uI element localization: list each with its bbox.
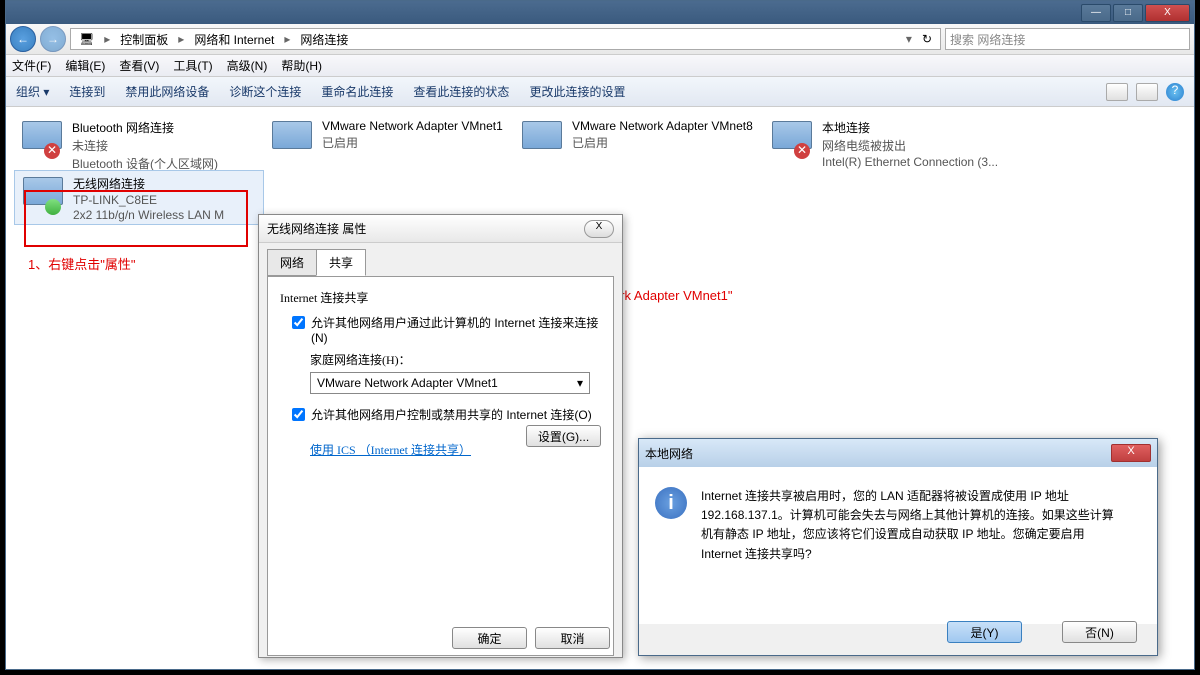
annotation-1: 1、右键点击"属性" bbox=[28, 254, 135, 273]
menu-help[interactable]: 帮助(H) bbox=[281, 57, 322, 74]
chevron-down-icon: ▾ bbox=[577, 376, 583, 390]
settings-button[interactable]: 设置(G)... bbox=[526, 425, 601, 447]
toolbar-diagnose[interactable]: 诊断这个连接 bbox=[229, 83, 301, 100]
allow-connect-checkbox[interactable] bbox=[292, 316, 305, 329]
conn-name: 本地连接 bbox=[822, 119, 998, 136]
conn-name: Bluetooth 网络连接 bbox=[72, 119, 218, 136]
bc-icon: 🖥 bbox=[75, 32, 98, 46]
conn-device: Intel(R) Ethernet Connection (3... bbox=[822, 155, 998, 169]
info-icon: i bbox=[655, 487, 687, 519]
menubar: 文件(F) 编辑(E) 查看(V) 工具(T) 高级(N) 帮助(H) bbox=[6, 55, 1194, 77]
chevron-right-icon: ▸ bbox=[280, 32, 294, 46]
conn-name: VMware Network Adapter VMnet8 bbox=[572, 119, 753, 133]
toolbar-change[interactable]: 更改此连接的设置 bbox=[529, 83, 625, 100]
no-button[interactable]: 否(N) bbox=[1062, 621, 1137, 643]
home-network-label: 家庭网络连接(H)： bbox=[310, 351, 601, 368]
tab-panel: Internet 连接共享 允许其他网络用户通过此计算机的 Internet 连… bbox=[267, 276, 614, 656]
forward-button[interactable]: → bbox=[40, 26, 66, 52]
main-titlebar: — □ X bbox=[6, 1, 1194, 24]
chevron-right-icon: ▸ bbox=[100, 32, 114, 46]
menu-edit[interactable]: 编辑(E) bbox=[65, 57, 105, 74]
refresh-icon[interactable]: ↻ bbox=[918, 32, 936, 46]
disabled-icon: ✕ bbox=[44, 143, 60, 159]
preview-icon[interactable] bbox=[1136, 83, 1158, 101]
properties-dialog: 无线网络连接 属性 X 网络 共享 Internet 连接共享 允许其他网络用户… bbox=[258, 214, 623, 658]
bc-p2[interactable]: 网络连接 bbox=[296, 31, 352, 48]
redbox-1 bbox=[24, 190, 248, 247]
conn-device: 已启用 bbox=[572, 134, 753, 151]
navbar: ← → 🖥 ▸ 控制面板 ▸ 网络和 Internet ▸ 网络连接 ▾ ↻ 搜… bbox=[6, 24, 1194, 55]
menu-tools[interactable]: 工具(T) bbox=[173, 57, 212, 74]
ics-link[interactable]: 使用 ICS （Internet 连接共享） bbox=[310, 441, 471, 458]
dropdown-icon[interactable]: ▾ bbox=[902, 32, 916, 46]
bc-p1[interactable]: 网络和 Internet bbox=[190, 31, 278, 48]
combo-value: VMware Network Adapter VMnet1 bbox=[317, 376, 498, 390]
menu-advanced[interactable]: 高级(N) bbox=[227, 57, 268, 74]
breadcrumb[interactable]: 🖥 ▸ 控制面板 ▸ 网络和 Internet ▸ 网络连接 ▾ ↻ bbox=[70, 28, 941, 50]
msgbox-title-text: 本地网络 bbox=[645, 445, 693, 462]
menu-view[interactable]: 查看(V) bbox=[119, 57, 159, 74]
confirm-msgbox: 本地网络 X i Internet 连接共享被启用时，您的 LAN 适配器将被设… bbox=[638, 438, 1158, 656]
help-icon[interactable]: ? bbox=[1166, 83, 1184, 101]
view-icon[interactable] bbox=[1106, 83, 1128, 101]
connection-local[interactable]: ✕ 本地连接网络电缆被拔出Intel(R) Ethernet Connectio… bbox=[764, 115, 1014, 170]
toolbar-disable[interactable]: 禁用此网络设备 bbox=[125, 83, 209, 100]
tab-network[interactable]: 网络 bbox=[267, 249, 317, 276]
close-button[interactable]: X bbox=[1145, 4, 1190, 22]
toolbar-status[interactable]: 查看此连接的状态 bbox=[413, 83, 509, 100]
ok-button[interactable]: 确定 bbox=[452, 627, 527, 649]
allow-connect-label: 允许其他网络用户通过此计算机的 Internet 连接来连接(N) bbox=[311, 314, 601, 345]
conn-status: 网络电缆被拔出 bbox=[822, 137, 998, 154]
toolbar-rename[interactable]: 重命名此连接 bbox=[321, 83, 393, 100]
bc-root[interactable]: 控制面板 bbox=[116, 31, 172, 48]
cancel-button[interactable]: 取消 bbox=[535, 627, 610, 649]
tab-strip: 网络 共享 bbox=[259, 243, 622, 276]
connection-vmnet1[interactable]: VMware Network Adapter VMnet1已启用 bbox=[264, 115, 514, 170]
msgbox-text: Internet 连接共享被启用时，您的 LAN 适配器将被设置成使用 IP 地… bbox=[701, 487, 1121, 564]
allow-control-label: 允许其他网络用户控制或禁用共享的 Internet 连接(O) bbox=[311, 406, 592, 423]
menu-file[interactable]: 文件(F) bbox=[12, 57, 51, 74]
dialog-titlebar: 无线网络连接 属性 X bbox=[259, 215, 622, 243]
toolbar-organize[interactable]: 组织 ▾ bbox=[16, 83, 49, 100]
toolbar-connect[interactable]: 连接到 bbox=[69, 83, 105, 100]
search-input[interactable]: 搜索 网络连接 bbox=[945, 28, 1190, 50]
minimize-button[interactable]: — bbox=[1081, 4, 1111, 22]
maximize-button[interactable]: □ bbox=[1113, 4, 1143, 22]
dialog-title-text: 无线网络连接 属性 bbox=[267, 220, 366, 237]
msgbox-titlebar: 本地网络 X bbox=[639, 439, 1157, 467]
yes-button[interactable]: 是(Y) bbox=[947, 621, 1022, 643]
allow-control-checkbox[interactable] bbox=[292, 408, 305, 421]
back-button[interactable]: ← bbox=[10, 26, 36, 52]
chevron-right-icon: ▸ bbox=[174, 32, 188, 46]
group-label: Internet 连接共享 bbox=[280, 289, 601, 306]
conn-status: 未连接 bbox=[72, 137, 218, 154]
conn-name: VMware Network Adapter VMnet1 bbox=[322, 119, 503, 133]
tab-share[interactable]: 共享 bbox=[316, 249, 366, 276]
home-network-combo[interactable]: VMware Network Adapter VMnet1 ▾ bbox=[310, 372, 590, 394]
msgbox-close-button[interactable]: X bbox=[1111, 444, 1151, 462]
dialog-close-button[interactable]: X bbox=[584, 220, 614, 238]
connection-vmnet8[interactable]: VMware Network Adapter VMnet8已启用 bbox=[514, 115, 764, 170]
toolbar: 组织 ▾ 连接到 禁用此网络设备 诊断这个连接 重命名此连接 查看此连接的状态 … bbox=[6, 77, 1194, 107]
connection-bluetooth[interactable]: ✕ Bluetooth 网络连接未连接Bluetooth 设备(个人区域网) bbox=[14, 115, 264, 170]
conn-device: 已启用 bbox=[322, 134, 503, 151]
disabled-icon: ✕ bbox=[794, 143, 810, 159]
